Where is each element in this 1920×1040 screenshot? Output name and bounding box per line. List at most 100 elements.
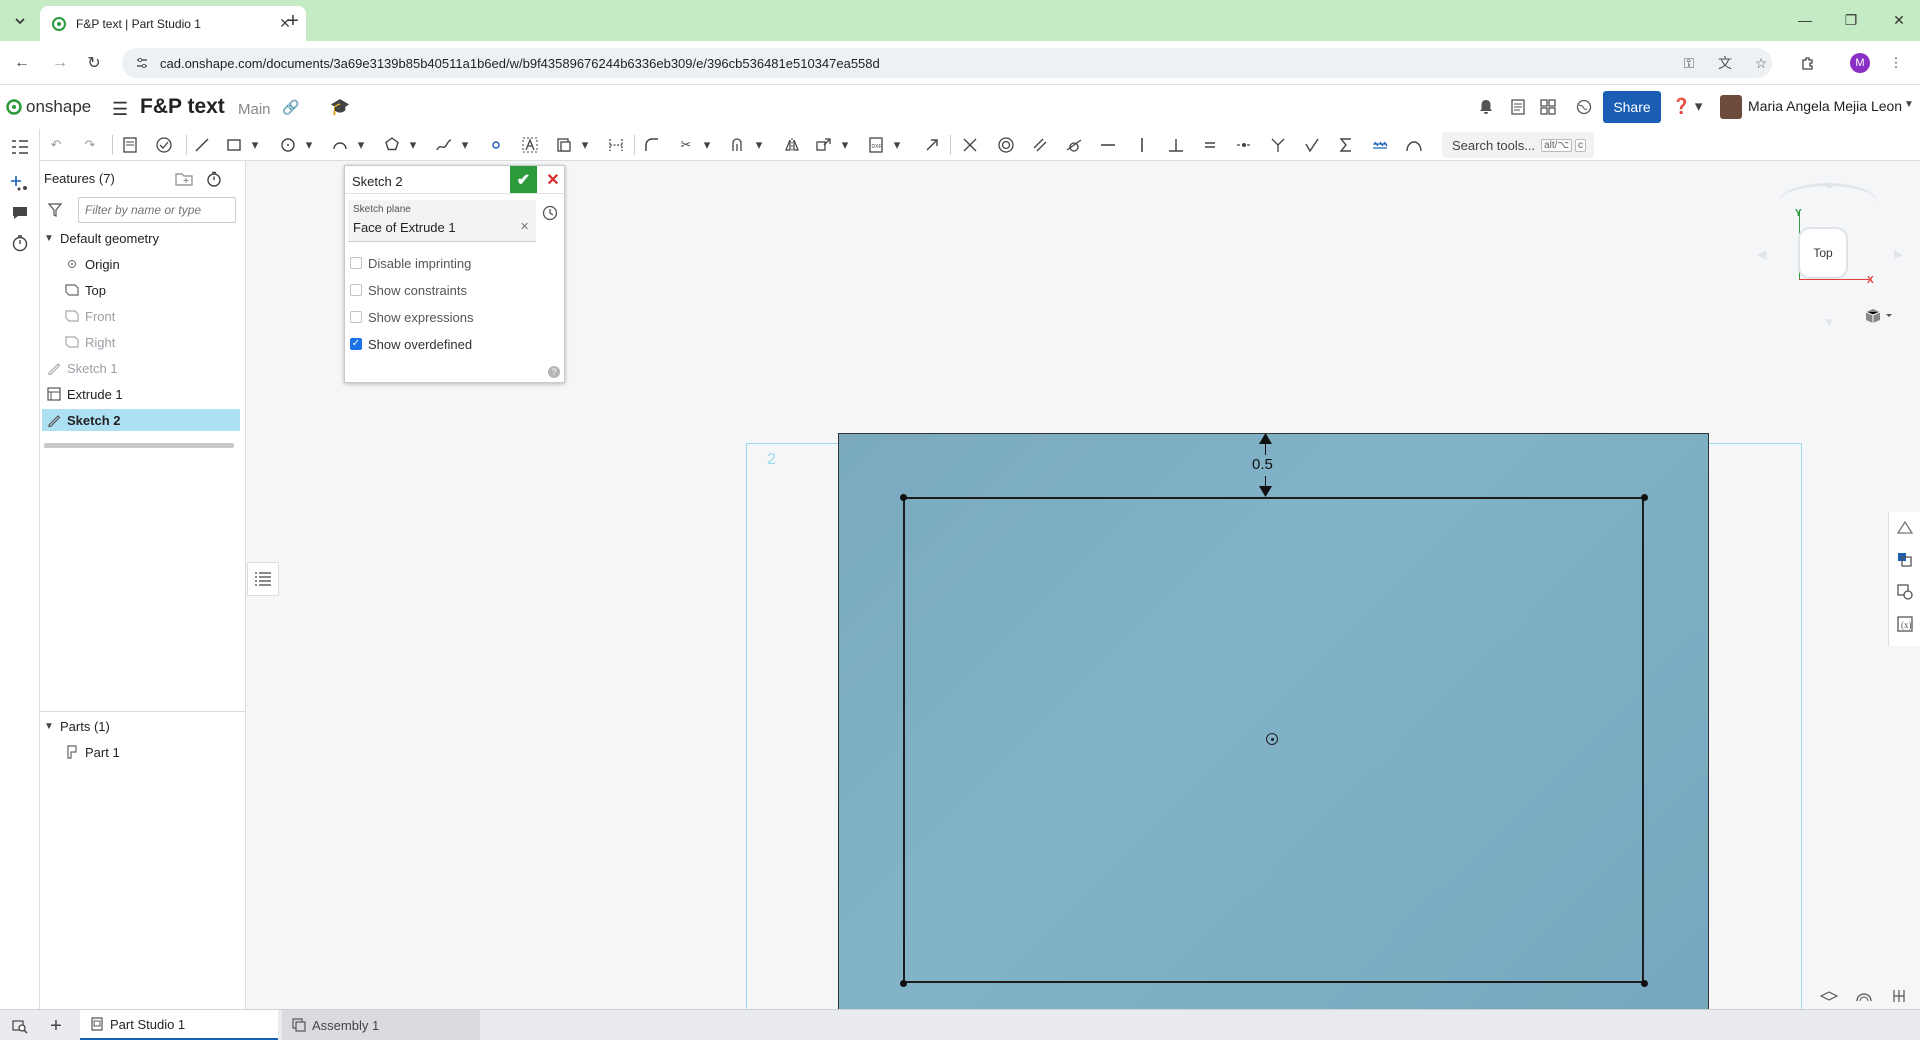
feature-sketch-1[interactable]: Sketch 1 xyxy=(42,357,240,379)
bookmark-star-icon[interactable]: ☆ xyxy=(1752,54,1770,72)
mirror-tool-icon[interactable] xyxy=(780,133,804,157)
notifications-bell-icon[interactable] xyxy=(1476,97,1496,117)
pierce-icon[interactable] xyxy=(1300,133,1324,157)
tab-part-studio-1[interactable]: Part Studio 1 xyxy=(80,1010,278,1040)
show-expressions-option[interactable]: Show expressions xyxy=(350,308,474,326)
concentric-icon[interactable] xyxy=(994,133,1018,157)
spline-tool-icon[interactable] xyxy=(432,133,456,157)
show-overdefined-checkbox[interactable]: ✓ xyxy=(350,338,362,350)
rollback-bar[interactable] xyxy=(44,443,234,448)
fix-icon[interactable] xyxy=(1368,133,1392,157)
translate-icon[interactable]: 文 xyxy=(1716,54,1734,72)
cancel-x-icon[interactable]: ✕ xyxy=(541,166,565,193)
mate-connectors-panel-icon[interactable] xyxy=(1895,582,1915,602)
learning-center-icon[interactable]: 🎓 xyxy=(330,97,350,117)
branch-name[interactable]: Main xyxy=(238,101,271,118)
sketch-vertex[interactable] xyxy=(900,494,907,501)
forward-arrow-icon[interactable]: → xyxy=(48,51,72,75)
add-folder-icon[interactable] xyxy=(174,169,194,189)
user-avatar[interactable] xyxy=(1720,95,1742,119)
feature-right-plane[interactable]: Right xyxy=(42,331,240,353)
globe-icon[interactable] xyxy=(1574,97,1594,117)
link-icon[interactable]: 🔗 xyxy=(282,99,299,116)
default-geometry-group[interactable]: ▼ Default geometry xyxy=(42,227,240,249)
user-name[interactable]: Maria Angela Mejia Leon xyxy=(1748,98,1902,114)
restore-icon[interactable]: ❐ xyxy=(1836,8,1866,32)
circle-tool-icon[interactable] xyxy=(276,133,300,157)
document-title[interactable]: F&P text xyxy=(140,95,225,119)
app-store-icon[interactable] xyxy=(1538,97,1558,117)
horizontal-icon[interactable] xyxy=(1096,133,1120,157)
user-menu-caret-icon[interactable]: ▼ xyxy=(1904,99,1914,110)
perpendicular-icon[interactable] xyxy=(1164,133,1188,157)
trim-tool-icon[interactable]: ✂ xyxy=(674,133,698,157)
disable-imprinting-option[interactable]: Disable imprinting xyxy=(350,254,471,272)
filter-icon[interactable] xyxy=(47,203,63,220)
disable-imprinting-checkbox[interactable] xyxy=(350,257,362,269)
rotate-right-arrow-icon[interactable]: ▶ xyxy=(1894,247,1903,261)
chevron-down-icon[interactable]: ▼ xyxy=(42,233,56,244)
reload-icon[interactable]: ↻ xyxy=(82,51,106,75)
comments-icon[interactable] xyxy=(8,201,32,225)
site-info-icon[interactable] xyxy=(134,55,150,71)
rectangle-tool-icon[interactable] xyxy=(222,133,246,157)
browser-menu-icon[interactable]: ⋮ xyxy=(1884,51,1908,75)
view-cube-face[interactable]: Top xyxy=(1798,227,1848,279)
redo-icon[interactable]: ↷ xyxy=(78,133,102,157)
line-tool-icon[interactable] xyxy=(190,133,214,157)
text-tool-icon[interactable] xyxy=(518,133,542,157)
part-item[interactable]: Part 1 xyxy=(42,741,240,763)
rotate-up-arrow-icon[interactable]: ▲ xyxy=(1823,177,1835,191)
show-constraints-option[interactable]: Show constraints xyxy=(350,281,467,299)
midpoint-icon[interactable] xyxy=(1232,133,1256,157)
use-icon[interactable] xyxy=(152,133,176,157)
transform-tool-icon[interactable] xyxy=(812,133,836,157)
configurations-panel-icon[interactable] xyxy=(1895,550,1915,570)
feature-extrude-1[interactable]: Extrude 1 xyxy=(42,383,240,405)
insert-dxf-icon[interactable] xyxy=(552,133,576,157)
tab-list-chevron-icon[interactable] xyxy=(8,9,32,33)
history-clock-icon[interactable] xyxy=(541,204,559,222)
sketch-plane-field[interactable]: Sketch plane Face of Extrude 1 ✕ xyxy=(348,200,536,242)
polygon-tool-icon[interactable] xyxy=(380,133,404,157)
search-tabs-icon[interactable] xyxy=(10,1016,30,1036)
undo-icon[interactable]: ↶ xyxy=(44,133,68,157)
panel-toggle-list-icon[interactable] xyxy=(247,562,279,596)
dimension-value[interactable]: 0.5 xyxy=(1252,456,1273,473)
extensions-puzzle-icon[interactable] xyxy=(1796,51,1820,75)
show-constraints-checkbox[interactable] xyxy=(350,284,362,296)
browser-tab[interactable]: F&P text | Part Studio 1 ✕ xyxy=(40,6,306,41)
chevron-down-icon[interactable]: ▼ xyxy=(42,721,56,732)
new-tab-plus-icon[interactable]: + xyxy=(282,10,304,32)
trim-dropdown-icon[interactable]: ▾ xyxy=(700,133,714,157)
appearance-panel-icon[interactable] xyxy=(1895,518,1915,538)
offset-tool-icon[interactable] xyxy=(726,133,750,157)
feature-origin[interactable]: Origin xyxy=(42,253,240,275)
share-button[interactable]: Share xyxy=(1603,91,1661,123)
tab-assembly-1[interactable]: Assembly 1 xyxy=(282,1010,480,1040)
fillet-tool-icon[interactable] xyxy=(640,133,664,157)
feature-list-icon[interactable] xyxy=(8,135,32,159)
point-tool-icon[interactable] xyxy=(484,133,508,157)
arc-dropdown-icon[interactable]: ▾ xyxy=(354,133,368,157)
help-question-icon[interactable]: ? xyxy=(548,366,560,378)
insert-dropdown-icon[interactable]: ▾ xyxy=(578,133,592,157)
vertical-icon[interactable] xyxy=(1130,133,1154,157)
versions-history-icon[interactable] xyxy=(1508,97,1528,117)
show-overdefined-option[interactable]: ✓ Show overdefined xyxy=(350,335,472,353)
section-view-icon[interactable] xyxy=(1818,988,1840,1004)
search-tools-input[interactable]: Search tools... alt/⌥ c xyxy=(1442,132,1594,158)
sketch-icon[interactable] xyxy=(118,133,142,157)
close-window-icon[interactable]: ✕ xyxy=(1884,8,1914,32)
coincident-icon[interactable] xyxy=(958,133,982,157)
clear-selection-icon[interactable]: ✕ xyxy=(520,220,529,233)
variables-panel-icon[interactable]: (x) xyxy=(1895,614,1915,634)
dxf-dropdown-icon[interactable]: ▾ xyxy=(890,133,904,157)
help-icon[interactable]: ❓ ▾ xyxy=(1672,97,1702,115)
offset-dropdown-icon[interactable]: ▾ xyxy=(752,133,766,157)
tangent-icon[interactable] xyxy=(1062,133,1086,157)
confirm-check-icon[interactable]: ✔ xyxy=(510,166,537,193)
add-feature-icon[interactable] xyxy=(8,171,32,195)
curvature-icon[interactable] xyxy=(1402,133,1426,157)
normal-icon[interactable] xyxy=(1266,133,1290,157)
